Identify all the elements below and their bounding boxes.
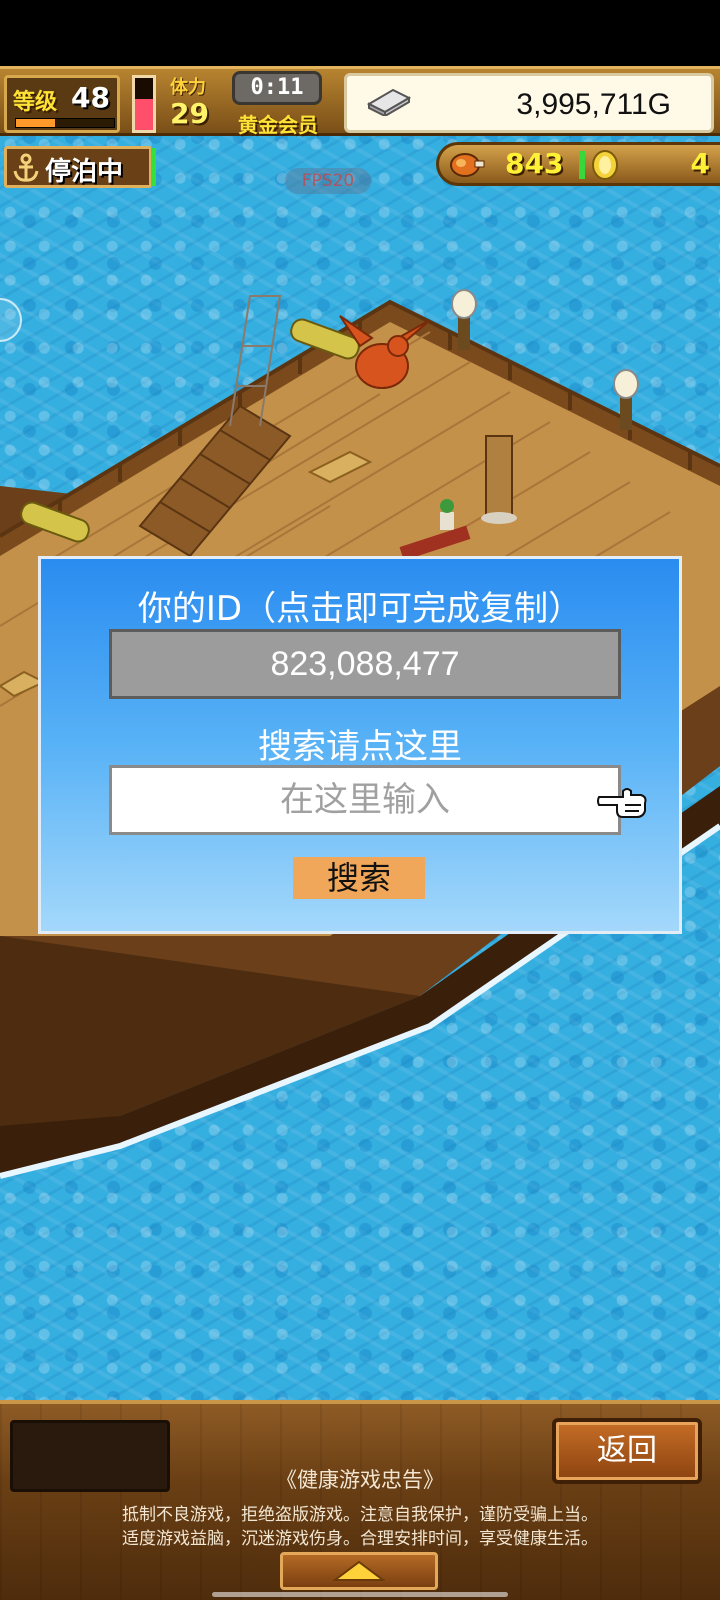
- gold-membership-label[interactable]: 黄金会员: [238, 109, 318, 138]
- food-indicator: [579, 151, 585, 179]
- stamina-fill: [135, 98, 153, 130]
- bottom-panel: 返回 《健康游戏忠告》 抵制不良游戏，拒绝盗版游戏。注意自我保护，谨防受骗上当。…: [0, 1400, 720, 1600]
- money-value: 3,995,711G: [516, 88, 671, 121]
- top-hud: 等级 48 体力 29 0:11 黄金会员 3,995,711G: [0, 66, 720, 138]
- status-bar: [0, 0, 720, 66]
- level-exp-bar: [15, 118, 115, 128]
- search-hint: 搜索请点这里: [258, 727, 462, 767]
- food-icon: [450, 153, 485, 177]
- level-label: 等级: [13, 90, 58, 115]
- dialog-title[interactable]: 你的ID（点击即可完成复制）: [41, 581, 679, 630]
- level-value: 48: [71, 81, 110, 114]
- search-button[interactable]: 搜索: [293, 857, 425, 899]
- level-panel[interactable]: 等级 48: [4, 75, 120, 133]
- docked-status-text: 停泊中: [45, 157, 124, 187]
- stamina-timer: 0:11: [232, 71, 322, 105]
- fps-counter: FPS20: [285, 168, 371, 194]
- gesture-bar: [212, 1592, 508, 1597]
- silver-bar-icon: [366, 88, 412, 116]
- stamina-label: 体力: [170, 77, 206, 98]
- stamina-value: 29: [170, 97, 209, 130]
- health-advice-line-2: 适度游戏益脑，沉迷游戏伤身。合理安排时间，享受健康生活。: [122, 1529, 598, 1549]
- search-input[interactable]: [109, 765, 621, 835]
- level-exp-fill: [16, 119, 56, 127]
- coin-value: 4: [690, 147, 710, 180]
- health-advice-line-1: 抵制不良游戏，拒绝盗版游戏。注意自我保护，谨防受骗上当。: [122, 1505, 598, 1525]
- docked-indicator: [151, 148, 156, 186]
- health-advice-title: 《健康游戏忠告》: [276, 1468, 444, 1492]
- friend-search-dialog: 你的ID（点击即可完成复制） 823,088,477 搜索请点这里 搜索: [38, 556, 682, 934]
- expand-menu-button[interactable]: [280, 1552, 438, 1590]
- pointing-hand-icon: [597, 788, 647, 818]
- docked-status[interactable]: 停泊中: [4, 146, 152, 188]
- food-value: 843: [505, 147, 564, 180]
- stamina-bar: [132, 75, 156, 133]
- player-id-box[interactable]: 823,088,477: [109, 629, 621, 699]
- coin-icon: [592, 150, 618, 180]
- money-panel[interactable]: 3,995,711G: [344, 73, 714, 133]
- resource-bar[interactable]: 843 4: [436, 142, 720, 186]
- anchor-icon: [13, 153, 39, 182]
- up-arrow-icon: [333, 1560, 385, 1581]
